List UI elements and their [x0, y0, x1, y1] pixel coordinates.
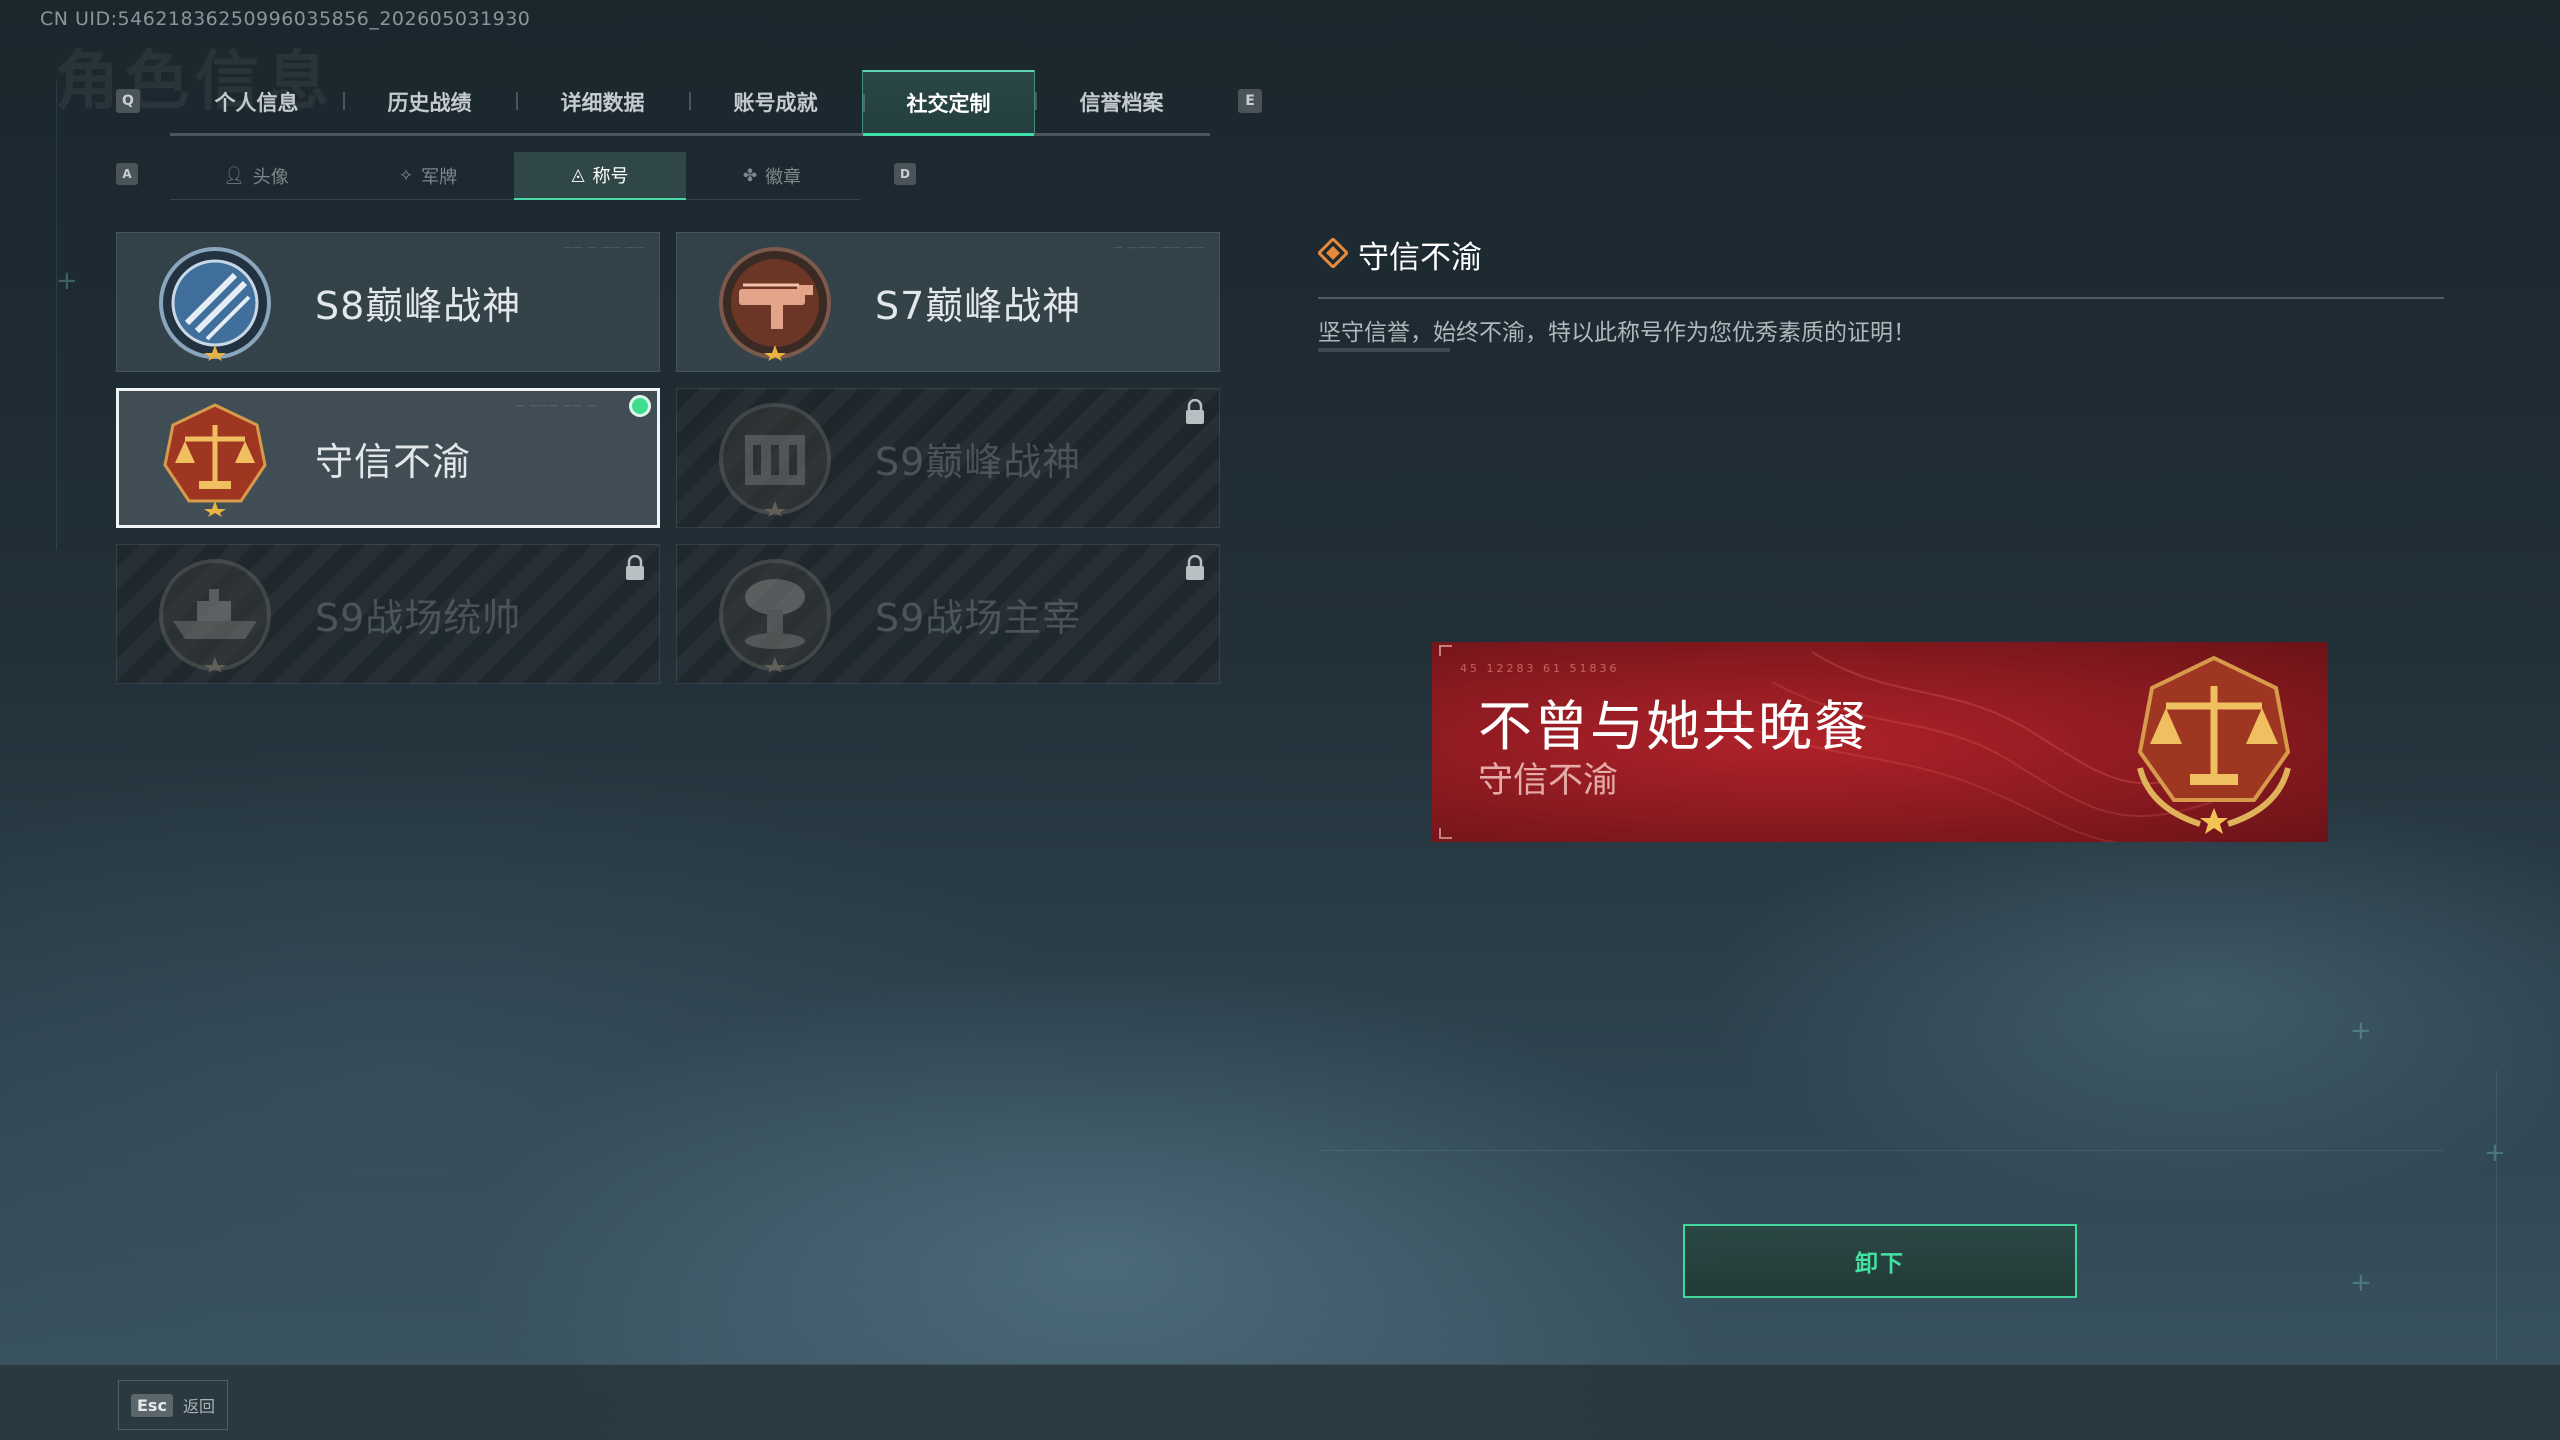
plus-icon: + [2484, 1138, 2506, 1168]
tab-detailed-data[interactable]: 详细数据 [516, 70, 689, 133]
s7-gun-emblem [719, 247, 831, 361]
title-card-label: S9战场主宰 [875, 596, 1082, 640]
banner-microtext: 45 12283 61 51836 [1460, 662, 1620, 675]
sub-tabs: 👤︎ 头像 ✧ 军牌 ◬ 称号 ✤ 徽章 [170, 152, 860, 200]
tab-personal-info[interactable]: 个人信息 [170, 70, 343, 133]
scales-emblem [163, 403, 267, 517]
subtab-dogtag[interactable]: ✧ 军牌 [342, 152, 514, 200]
title-card-label: S7巅峰战神 [875, 284, 1082, 328]
badge-icon: ✤ [742, 166, 758, 186]
subtab-label: 军牌 [421, 167, 458, 188]
title-card-s8-peak[interactable]: S8巅峰战神 —— — —— —— [116, 232, 660, 372]
title-card-s9-commander[interactable]: S9战场统帅 [116, 544, 660, 684]
lock-icon [626, 555, 644, 580]
next-subtab-key[interactable]: D [894, 163, 916, 185]
title-card-keep-faith[interactable]: 守信不渝 — ——— —— — [116, 388, 660, 528]
title-card-s9-peak[interactable]: S9巅峰战神 [676, 388, 1220, 528]
esc-key: Esc [131, 1393, 173, 1417]
back-label: 返回 [182, 1397, 215, 1416]
title-card-label: S9战场统帅 [315, 596, 522, 640]
card-microtext: — ——— —— —— [1113, 243, 1205, 253]
title-banner-preview: 45 12283 61 51836 不曾与她共晚餐 守信不渝 [1432, 642, 2328, 842]
prev-tab-key[interactable]: Q [116, 89, 140, 113]
tab-social-custom[interactable]: 社交定制 [862, 70, 1035, 136]
scales-emblem [2137, 655, 2291, 834]
hud-line [1318, 1150, 2444, 1151]
subtab-label: 徽章 [765, 167, 802, 188]
title-card-label: S8巅峰战神 [315, 284, 522, 328]
uid-text: CN UID:5462183625099603585​6_20260503193… [40, 8, 531, 30]
diamond-icon [1318, 238, 1348, 268]
detail-description: 坚守信誉，始终不渝，特以此称号作为您优秀素质的证明！ [1318, 320, 1916, 346]
title-card-s9-dominator[interactable]: S9战场主宰 [676, 544, 1220, 684]
subtab-label: 头像 [252, 167, 289, 188]
plus-icon: + [2350, 1268, 2372, 1298]
title-card-label: 守信不渝 [315, 440, 472, 484]
divider [1318, 297, 2444, 299]
tab-credit-record[interactable]: 信誉档案 [1035, 70, 1208, 133]
dogtag-icon: ✧ [398, 166, 414, 186]
main-tabs: 个人信息 历史战绩 详细数据 账号成就 社交定制 信誉档案 [170, 70, 1210, 136]
detail-title: 守信不渝 [1358, 240, 1482, 276]
next-tab-key[interactable]: E [1238, 89, 1262, 113]
hud-line [2496, 1070, 2497, 1360]
banner-title: 守信不渝 [1478, 761, 1619, 801]
card-microtext: — ——— —— — [515, 401, 597, 411]
s9-mushroom-cloud-emblem [719, 559, 831, 673]
title-icon: ◬ [571, 165, 585, 185]
equipped-indicator [629, 395, 651, 417]
hud-line [56, 80, 57, 550]
banner-player-name: 不曾与她共晚餐 [1478, 695, 1870, 758]
plus-icon: + [2350, 1016, 2372, 1046]
divider [1318, 348, 1450, 352]
subtab-title[interactable]: ◬ 称号 [514, 152, 686, 200]
prev-subtab-key[interactable]: A [116, 163, 138, 185]
tab-match-history[interactable]: 历史战绩 [343, 70, 516, 133]
s9-building-emblem [719, 403, 831, 517]
subtab-label: 称号 [592, 166, 629, 187]
title-card-s7-peak[interactable]: S7巅峰战神 — ——— —— —— [676, 232, 1220, 372]
card-microtext: —— — —— —— [563, 243, 645, 253]
tab-achievements[interactable]: 账号成就 [689, 70, 862, 133]
subtab-avatar[interactable]: 👤︎ 头像 [170, 152, 342, 200]
s8-stripes-emblem [159, 247, 271, 361]
lock-icon [1186, 555, 1204, 580]
footer-bar [0, 1364, 2560, 1440]
back-button[interactable]: Esc 返回 [118, 1380, 228, 1430]
subtab-badge[interactable]: ✤ 徽章 [686, 152, 858, 200]
unequip-button[interactable]: 卸下 [1683, 1224, 2077, 1298]
plus-icon: + [56, 266, 78, 296]
lock-icon [1186, 399, 1204, 424]
s9-ship-emblem [159, 559, 271, 673]
person-icon: 👤︎ [223, 166, 245, 186]
title-card-label: S9巅峰战神 [875, 440, 1082, 484]
